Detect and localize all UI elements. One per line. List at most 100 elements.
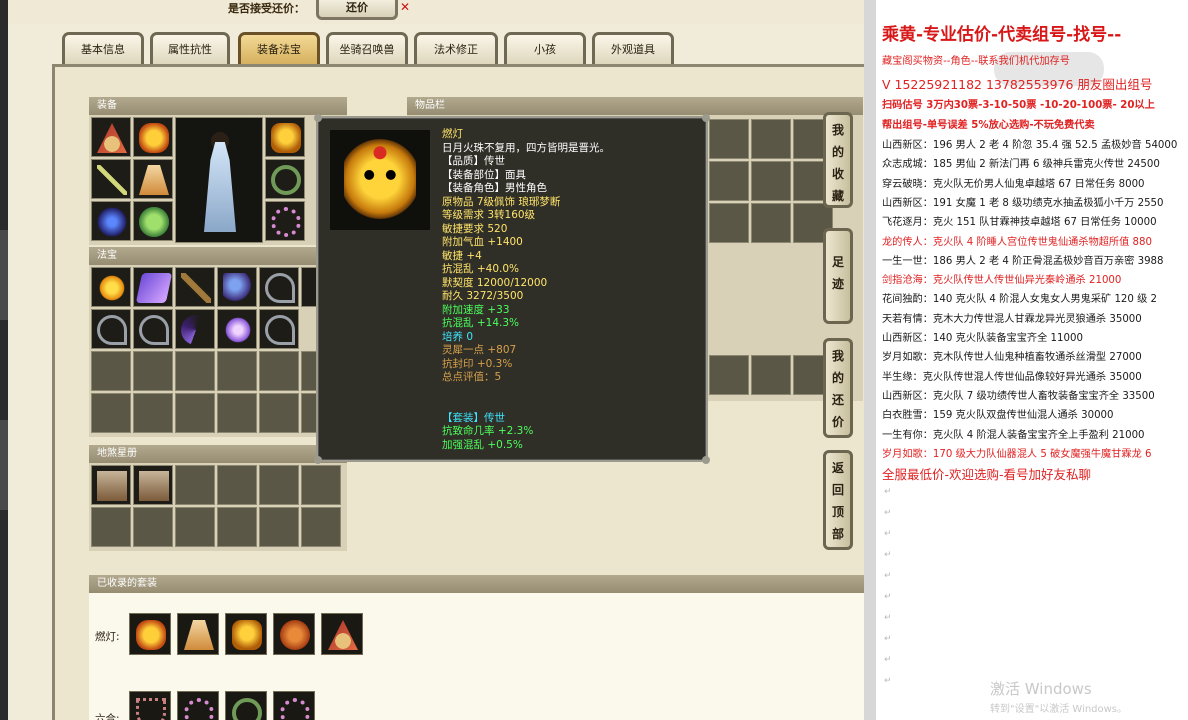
paragraph-mark: ↵ <box>884 592 892 603</box>
tooltip-line: 【套装】传世 <box>442 411 505 424</box>
treasure-slot[interactable] <box>91 309 131 349</box>
equipment-slot[interactable] <box>265 159 305 199</box>
empty-slot[interactable] <box>301 507 341 547</box>
suit-item-slot[interactable] <box>129 691 171 720</box>
back-to-top-button[interactable]: 返 回 顶 部 <box>823 450 853 550</box>
mask-icon <box>271 123 301 153</box>
empty-slot[interactable] <box>751 203 791 243</box>
tab-basic-info[interactable]: 基本信息 <box>62 32 144 66</box>
empty-slot[interactable] <box>175 507 215 547</box>
empty-slot[interactable] <box>259 351 299 391</box>
close-icon[interactable]: ✕ <box>400 0 410 14</box>
pet-chart-slot[interactable] <box>91 465 131 505</box>
equipment-slot[interactable] <box>91 159 131 199</box>
gem-icon <box>223 315 253 345</box>
document-line: 花间独酌：140 克火队 4 阶混人女鬼女人男鬼采矿 120 级 2 <box>882 294 1158 306</box>
tooltip-line <box>442 385 704 399</box>
empty-slot[interactable] <box>259 465 299 505</box>
empty-slot[interactable] <box>133 507 173 547</box>
empty-slot[interactable] <box>91 351 131 391</box>
tooltip-line: 耐久 3272/3500 <box>442 290 524 302</box>
tab-appearance[interactable]: 外观道具 <box>592 32 674 66</box>
equipment-slot[interactable] <box>133 201 173 241</box>
left-edge-strip <box>0 0 8 720</box>
tab-mount-summon[interactable]: 坐骑召唤兽 <box>326 32 408 66</box>
item-tooltip: 燃灯 日月火珠不复用，四方皆明是晋光。 【品质】传世 【装备部位】面具 【装备角色】男性… <box>314 114 710 464</box>
empty-slot[interactable] <box>91 507 131 547</box>
empty-slot[interactable] <box>709 203 749 243</box>
empty-slot[interactable] <box>709 161 749 201</box>
tab-spell-correction[interactable]: 法术修正 <box>414 32 498 66</box>
empty-slot[interactable] <box>133 393 173 433</box>
collected-suits-panel: 燃灯: 六合: <box>89 593 867 720</box>
empty-slot[interactable] <box>217 507 257 547</box>
pet-chart-slot[interactable] <box>133 465 173 505</box>
empty-slot[interactable] <box>709 119 749 159</box>
document-line: 穿云破晓：克火队无价男人仙鬼卓越塔 67 日常任务 8000 <box>882 178 1145 190</box>
treasure-slot[interactable] <box>217 309 257 349</box>
treasure-slot[interactable] <box>133 309 173 349</box>
empty-slot[interactable] <box>217 393 257 433</box>
equipment-slot[interactable] <box>133 117 173 157</box>
paragraph-mark: ↵ <box>884 571 892 582</box>
document-line: 全服最低价-欢迎选购-看号加好友私聊 <box>882 467 1092 483</box>
equipment-slot[interactable] <box>91 201 131 241</box>
equipment-slot[interactable] <box>91 117 131 157</box>
document-line: 白衣胜雪：159 克火队双盘传世仙混人通杀 30000 <box>882 410 1114 422</box>
document-line: 一生一世：186 男人 2 老 4 阶正骨混孟极妙音百万亲密 3988 <box>882 255 1164 267</box>
empty-slot[interactable] <box>133 351 173 391</box>
tooltip-line: 原物品 7级佩饰 琅琊梦断 <box>442 195 561 208</box>
suit-item-slot[interactable] <box>225 691 267 720</box>
paragraph-mark: ↵ <box>884 550 892 561</box>
window-divider <box>864 0 876 720</box>
empty-slot[interactable] <box>259 507 299 547</box>
paragraph-mark: ↵ <box>884 634 892 645</box>
equipment-slot[interactable] <box>133 159 173 199</box>
treasure-slot[interactable] <box>217 267 257 307</box>
treasure-slot[interactable] <box>91 267 131 307</box>
counteroffer-button[interactable]: 还价 <box>316 0 398 20</box>
tab-child[interactable]: 小孩 <box>504 32 586 66</box>
equipment-slot[interactable] <box>265 201 305 241</box>
treasure-slot[interactable] <box>133 267 173 307</box>
empty-slot[interactable] <box>751 355 791 395</box>
empty-slot[interactable] <box>259 393 299 433</box>
empty-slot[interactable] <box>175 351 215 391</box>
my-counteroffer-button[interactable]: 我 的 还 价 <box>823 338 853 438</box>
empty-slot[interactable] <box>91 393 131 433</box>
suit-item-slot[interactable] <box>321 613 363 655</box>
my-favorites-button[interactable]: 我 的 收 藏 <box>823 112 853 208</box>
empty-slot[interactable] <box>217 351 257 391</box>
treasure-slot[interactable] <box>175 267 215 307</box>
tab-attributes[interactable]: 属性抗性 <box>150 32 230 66</box>
button-char: 迹 <box>831 277 844 291</box>
treasure-slot[interactable] <box>259 309 299 349</box>
tooltip-line: 附加气血 +1400 <box>442 236 523 248</box>
tab-equipment[interactable]: 装备法宝 <box>238 32 320 66</box>
empty-slot[interactable] <box>301 465 341 505</box>
left-edge-block <box>0 420 8 510</box>
suit-item-slot[interactable] <box>177 691 219 720</box>
empty-slot[interactable] <box>751 161 791 201</box>
suit-label: 燃灯: <box>95 631 120 643</box>
suit-item-slot[interactable] <box>273 691 315 720</box>
empty-slot[interactable] <box>175 393 215 433</box>
paragraph-mark: ↵ <box>884 529 892 540</box>
treasure-slot[interactable] <box>175 309 215 349</box>
equipment-slot[interactable] <box>265 117 305 157</box>
treasure-slot[interactable] <box>259 267 299 307</box>
suit-item-slot[interactable] <box>225 613 267 655</box>
suit-item-slot[interactable] <box>177 613 219 655</box>
button-char: 的 <box>831 145 844 159</box>
document-line: 扫码估号 3万内30票-3-10-50票 -10-20-100票- 20以上 <box>882 100 1155 111</box>
footprint-button[interactable]: 足 迹 <box>823 228 853 324</box>
tooltip-line <box>442 398 704 412</box>
equipment-title: 装备 <box>89 97 347 115</box>
document-line: 岁月如歌：170 级大力队仙器混人 5 破女魔强牛魔甘霖龙 6 <box>882 448 1152 460</box>
suit-item-slot[interactable] <box>273 613 315 655</box>
empty-slot[interactable] <box>175 465 215 505</box>
empty-slot[interactable] <box>751 119 791 159</box>
suit-item-slot[interactable] <box>129 613 171 655</box>
empty-slot[interactable] <box>709 355 749 395</box>
empty-slot[interactable] <box>217 465 257 505</box>
